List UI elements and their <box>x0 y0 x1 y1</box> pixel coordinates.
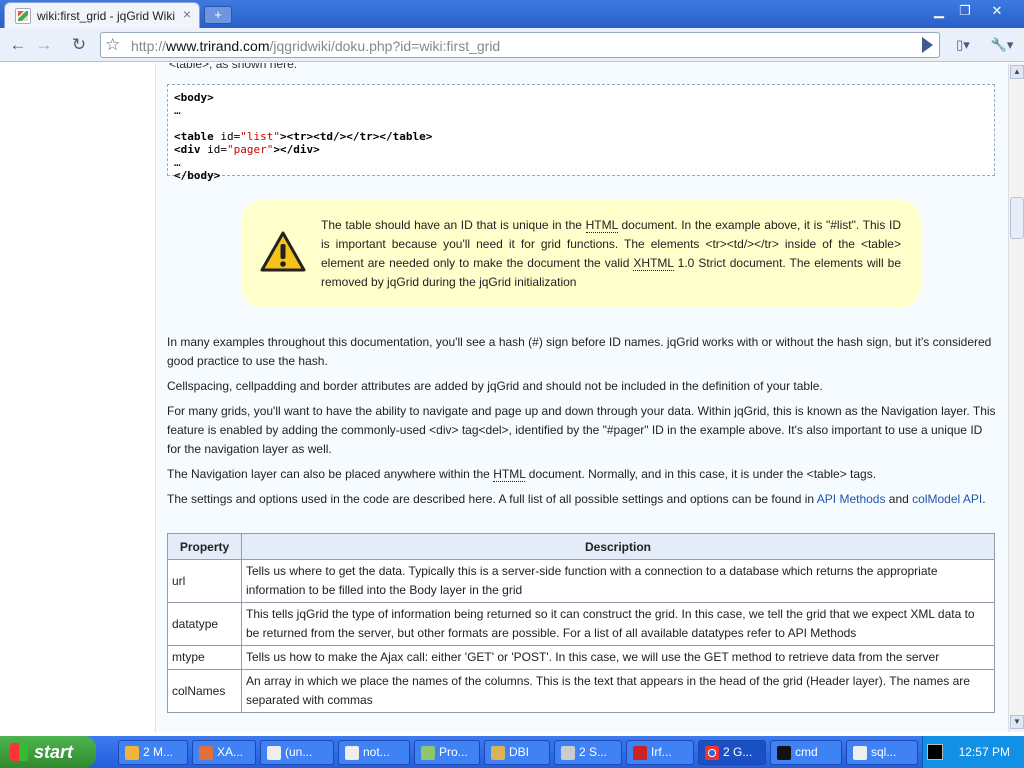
warning-icon <box>260 231 306 272</box>
xhtml-abbr: XHTML <box>633 256 674 271</box>
cut-text: <table>, as shown here: <box>169 63 298 71</box>
bookmark-star-icon[interactable]: ☆ <box>105 35 120 55</box>
start-button[interactable]: start <box>0 736 96 768</box>
clock: 12:57 PM <box>958 745 1010 759</box>
app-icon <box>633 745 647 760</box>
maximize-button[interactable]: ❐ <box>952 2 978 22</box>
task-button[interactable]: sql... <box>846 740 918 765</box>
task-button[interactable]: (un... <box>260 740 334 765</box>
windows-logo-icon <box>10 743 28 761</box>
table-header-description: Description <box>241 533 995 560</box>
task-button[interactable]: Irf... <box>626 740 694 765</box>
task-button[interactable]: DBI <box>484 740 550 765</box>
property-cell: colNames <box>167 669 242 713</box>
task-button[interactable]: XA... <box>192 740 256 765</box>
task-button[interactable]: not... <box>338 740 410 765</box>
paragraph-hash: In many examples throughout this documen… <box>167 335 992 368</box>
browser-toolbar: ← → ↻ ☆ http://www.trirand.com/jqgridwik… <box>0 28 1024 62</box>
description-cell: Tells us where to get the data. Typicall… <box>241 559 995 603</box>
scroll-down-icon[interactable]: ▼ <box>1010 715 1024 729</box>
table-row: mtype Tells us how to make the Ajax call… <box>167 645 995 670</box>
paragraph-nav-placement: The Navigation layer can also be placed … <box>167 467 877 482</box>
paragraph-navigation: For many grids, you'll want to have the … <box>167 404 996 456</box>
scroll-up-icon[interactable]: ▲ <box>1010 65 1024 79</box>
properties-table: Property Description url Tells us where … <box>167 533 995 713</box>
html-abbr-2: HTML <box>493 467 526 482</box>
close-window-button[interactable]: ✕ <box>984 2 1010 22</box>
app-icon <box>345 745 359 760</box>
system-tray: 12:57 PM <box>922 736 1024 768</box>
browser-tab[interactable]: wiki:first_grid - jqGrid Wiki × <box>4 2 200 28</box>
app-icon <box>561 745 575 760</box>
table-row: url Tells us where to get the data. Typi… <box>167 559 995 603</box>
sidebar <box>0 63 156 732</box>
console-tray-icon[interactable] <box>927 744 943 760</box>
task-button[interactable]: cmd <box>770 740 842 765</box>
new-tab-button[interactable]: + <box>204 6 232 24</box>
code-div-line: <div id="pager"></div> <box>174 143 320 156</box>
minimize-button[interactable]: ▁ <box>926 2 952 22</box>
address-bar[interactable]: ☆ http://www.trirand.com/jqgridwiki/doku… <box>100 32 940 58</box>
page-content: <table>, as shown here: <body> … <table … <box>0 63 1008 732</box>
table-row: datatype This tells jqGrid the type of i… <box>167 602 995 646</box>
table-row: colNames An array in which we place the … <box>167 669 995 713</box>
wiki-article: <table>, as shown here: <body> … <table … <box>157 63 1008 732</box>
note-box: The table should have an ID that is uniq… <box>241 200 921 308</box>
go-arrow-icon[interactable] <box>922 37 933 53</box>
scroll-thumb[interactable] <box>1010 197 1024 239</box>
tools-menu-icon[interactable]: 🔧▾ <box>986 33 1018 57</box>
description-cell: An array in which we place the names of … <box>241 669 995 713</box>
vertical-scrollbar[interactable]: ▲ ▼ <box>1008 63 1024 732</box>
property-cell: datatype <box>167 602 242 646</box>
app-icon <box>491 745 505 760</box>
api-methods-link[interactable]: API Methods <box>817 492 886 506</box>
cmd-icon <box>777 745 791 760</box>
app-icon <box>199 745 213 760</box>
description-cell: This tells jqGrid the type of informatio… <box>241 602 995 646</box>
tab-close-icon[interactable]: × <box>183 6 191 22</box>
task-button[interactable]: Pro... <box>414 740 480 765</box>
task-button[interactable]: 2 M... <box>118 740 188 765</box>
chrome-icon <box>705 745 719 760</box>
forward-button[interactable]: → <box>32 33 56 57</box>
paragraph-settings: The settings and options used in the cod… <box>167 492 986 506</box>
reload-button[interactable]: ↻ <box>67 33 91 57</box>
app-icon <box>853 745 867 760</box>
code-table-line: <table id="list"><tr><td/></tr></table> <box>174 130 433 143</box>
favicon-icon <box>15 8 31 24</box>
property-cell: url <box>167 559 242 603</box>
property-cell: mtype <box>167 645 242 670</box>
paragraph-cellspacing: Cellspacing, cellpadding and border attr… <box>167 379 823 393</box>
table-header-property: Property <box>167 533 242 560</box>
app-icon <box>125 745 139 760</box>
app-icon <box>267 745 281 760</box>
title-bar: wiki:first_grid - jqGrid Wiki × + ▁ ❐ ✕ <box>0 0 1024 28</box>
description-cell: Tells us how to make the Ajax call: eith… <box>241 645 995 670</box>
back-button[interactable]: ← <box>6 33 30 57</box>
colmodel-api-link[interactable]: colModel API <box>912 492 982 506</box>
app-icon <box>421 745 435 760</box>
task-button-active[interactable]: 2 G... <box>698 740 766 765</box>
code-block: <body> … <table id="list"><tr><td/></tr>… <box>167 84 995 182</box>
url-text[interactable]: http://www.trirand.com/jqgridwiki/doku.p… <box>131 38 500 54</box>
page-menu-icon[interactable]: ▯▾ <box>948 33 978 57</box>
html-abbr: HTML <box>585 218 618 233</box>
task-button[interactable]: 2 S... <box>554 740 622 765</box>
tab-title: wiki:first_grid - jqGrid Wiki <box>37 9 176 23</box>
taskbar: start 2 M... XA... (un... not... Pro... … <box>0 736 1024 768</box>
note-text: The table should have an ID that is uniq… <box>321 218 901 289</box>
